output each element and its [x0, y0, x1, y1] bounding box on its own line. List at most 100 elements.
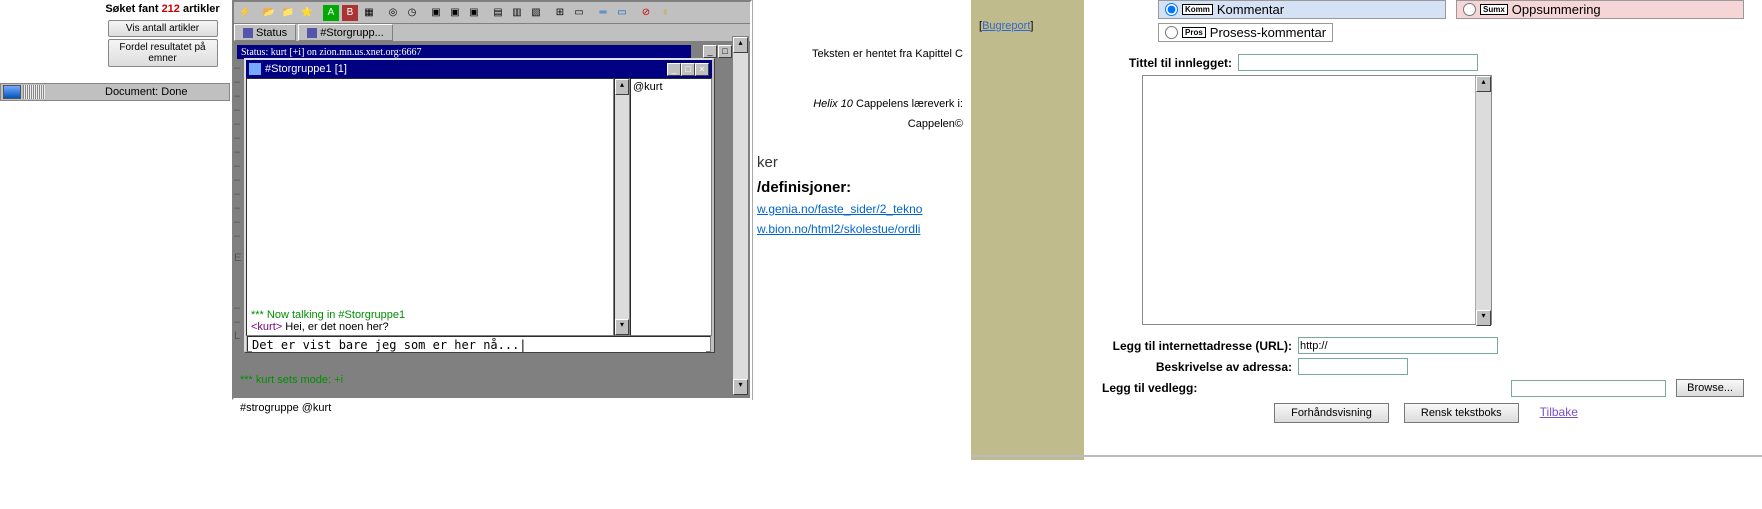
post-form: KommKommentar SumxOppsummering ProsProse…	[1084, 0, 1762, 460]
attach-field: Legg til vedlegg: Browse...	[1102, 379, 1744, 397]
olive-sidebar: [Bugreport]	[971, 0, 1084, 460]
grip-icon	[23, 85, 45, 99]
content-sub: ker	[757, 154, 963, 171]
target-icon[interactable]: ◎	[384, 4, 402, 22]
desc-input[interactable]	[1298, 358, 1408, 375]
hline-icon[interactable]: ═	[594, 4, 612, 22]
page-scroll-down-icon[interactable]: ▾	[733, 379, 748, 395]
chan-minimize-icon[interactable]: _	[667, 63, 681, 76]
status-window-title: Status: kurt [+i] on zion.mn.us.xnet.org…	[237, 45, 691, 59]
channel-input[interactable]	[252, 338, 706, 352]
body-scroll-up-icon[interactable]: ▴	[1476, 76, 1491, 92]
content-pane: Teksten er hentet fra Kapittel C Helix 1…	[752, 0, 967, 400]
scroll-up-icon[interactable]: ▴	[615, 79, 629, 95]
nick-item[interactable]: @kurt	[633, 81, 709, 93]
gutter-markers: ––––––––––––– E ––L	[234, 62, 244, 344]
bottom-line: #strogruppe @kurt	[240, 402, 343, 416]
desc-label: Beskrivelse av adressa:	[1102, 360, 1292, 374]
title-label: Tittel til innlegget:	[1102, 56, 1232, 70]
browse-button[interactable]: Browse...	[1676, 379, 1744, 397]
status-text: Document: Done	[45, 86, 188, 98]
win3-icon[interactable]: ▣	[465, 4, 483, 22]
preview-button[interactable]: Forhåndsvisning	[1274, 403, 1389, 423]
clock-icon[interactable]: ◷	[403, 4, 421, 22]
body-textarea[interactable]: ▴ ▾	[1142, 75, 1492, 325]
channel-input-wrap	[247, 336, 711, 352]
split-by-topic-button[interactable]: Fordel resultatet på emner	[108, 39, 218, 67]
msg-greeting: <kurt> Hei, er det noen her?	[251, 321, 609, 333]
tab-status[interactable]: Status	[234, 24, 296, 41]
chan-maximize-icon[interactable]: □	[681, 63, 695, 76]
msg-scrollbar[interactable]: ▴ ▾	[614, 78, 630, 336]
win4-icon[interactable]: ▤	[489, 4, 507, 22]
win1-icon[interactable]: ▣	[427, 4, 445, 22]
radio-prosess-input[interactable]	[1165, 26, 1178, 39]
list-icon[interactable]: ▦	[360, 4, 378, 22]
tool-a-icon[interactable]: A	[322, 4, 340, 22]
channel-icon	[249, 63, 261, 75]
radio-kommentar-input[interactable]	[1165, 3, 1178, 16]
mirc-tabs: Status #Storgrupp...	[234, 24, 750, 42]
channel-titlebar[interactable]: #Storgruppe1 [1] _ □ ×	[246, 60, 712, 78]
bottom-rule	[971, 455, 1762, 457]
body-scroll-down-icon[interactable]: ▾	[1476, 310, 1491, 326]
radio-row-2: ProsProsess-kommentar	[1158, 23, 1744, 42]
source-line1: Teksten er hentet fra Kapittel C	[757, 48, 963, 60]
url-field: Legg til internettadresse (URL):	[1102, 337, 1744, 354]
result-count: 212	[162, 3, 180, 15]
win2-icon[interactable]: ▣	[446, 4, 464, 22]
radio-oppsummering[interactable]: SumxOppsummering	[1456, 0, 1744, 19]
form-buttons: Forhåndsvisning Rensk tekstboks Tilbake	[1102, 403, 1744, 423]
tab-channel[interactable]: #Storgrupp...	[298, 24, 393, 41]
url-input[interactable]	[1298, 337, 1498, 354]
bugreport-link[interactable]: Bugreport	[982, 20, 1030, 32]
scroll-down-icon[interactable]: ▾	[615, 319, 629, 335]
content-header: /definisjoner:	[757, 179, 963, 196]
content-link-2[interactable]: w.bion.no/html2/skolestue/ordli	[757, 222, 963, 236]
channel-window[interactable]: #Storgruppe1 [1] _ □ × *** Now talking i…	[244, 58, 714, 352]
globe-icon	[3, 85, 21, 99]
minimize-icon[interactable]: _	[703, 45, 717, 58]
mirc-toolbar: ⚡ 📂 📁 ⭐ A B ▦ ◎ ◷ ▣ ▣ ▣ ▤ ▥ ▧ ⊞ ▭ ═ ▭ ⊘ …	[234, 2, 750, 24]
stop-icon[interactable]: ⊘	[637, 4, 655, 22]
options-icon[interactable]: 📂	[260, 4, 278, 22]
desc-field: Beskrivelse av adressa:	[1102, 358, 1744, 375]
msg-now-talking: *** Now talking in #Storgruppe1	[251, 309, 609, 321]
show-count-button[interactable]: Vis antall artikler	[108, 20, 218, 37]
body-scrollbar[interactable]: ▴ ▾	[1475, 76, 1491, 324]
maximize-icon[interactable]: □	[718, 45, 732, 58]
attach-label: Legg til vedlegg:	[1102, 381, 1207, 395]
folder-icon[interactable]: 📁	[279, 4, 297, 22]
title-field: Tittel til innlegget:	[1102, 54, 1744, 71]
nick-list[interactable]: @kurt	[630, 78, 712, 336]
mode-line: *** kurt sets mode: +i	[240, 374, 343, 388]
title-input[interactable]	[1238, 54, 1478, 71]
page-scroll-up-icon[interactable]: ▴	[733, 37, 748, 53]
reset-button[interactable]: Rensk tekstboks	[1404, 403, 1519, 423]
chan-close-icon[interactable]: ×	[695, 63, 709, 76]
connect-icon[interactable]: ⚡	[236, 4, 254, 22]
content-link-1[interactable]: w.genia.no/faste_sider/2_tekno	[757, 202, 963, 216]
win6-icon[interactable]: ▧	[527, 4, 545, 22]
copyright: Cappelen©	[757, 118, 963, 130]
attach-input[interactable]	[1511, 380, 1666, 397]
favorites-icon[interactable]: ⭐	[298, 4, 316, 22]
cascade-icon[interactable]: ▭	[570, 4, 588, 22]
radio-kommentar[interactable]: KommKommentar	[1158, 0, 1446, 19]
win5-icon[interactable]: ▥	[508, 4, 526, 22]
tool-b-icon[interactable]: B	[341, 4, 359, 22]
page-scrollbar[interactable]: ▴ ▾	[732, 36, 749, 396]
status-msg-lines: *** kurt sets mode: +i #strogruppe @kurt	[240, 360, 343, 416]
source-line2: Helix 10 Cappelens læreverk i:	[757, 98, 963, 110]
radio-oppsummering-input[interactable]	[1463, 3, 1476, 16]
radio-prosess[interactable]: ProsProsess-kommentar	[1158, 23, 1333, 42]
back-link[interactable]: Tilbake	[1540, 405, 1578, 419]
url-label: Legg til internettadresse (URL):	[1102, 339, 1292, 353]
channel-title-text: #Storgruppe1 [1]	[265, 63, 347, 75]
search-result-title: Søket fant 212 artikler	[100, 0, 225, 18]
radio-row-1: KommKommentar SumxOppsummering	[1158, 0, 1744, 19]
box-icon[interactable]: ▭	[613, 4, 631, 22]
person-icon[interactable]: ♀	[656, 4, 674, 22]
tile-icon[interactable]: ⊞	[551, 4, 569, 22]
channel-messages: *** Now talking in #Storgruppe1 <kurt> H…	[246, 78, 614, 336]
